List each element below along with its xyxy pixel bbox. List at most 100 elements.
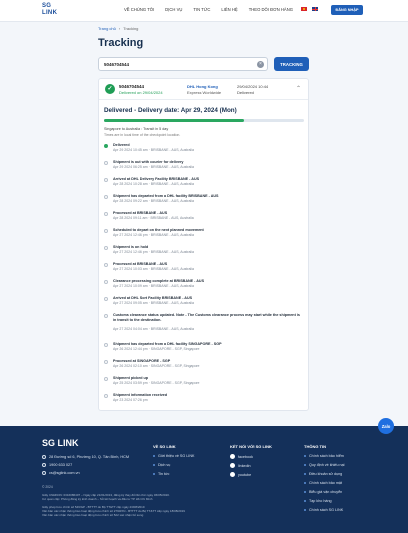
breadcrumb-current: Tracking: [123, 26, 139, 31]
facebook-icon: [230, 454, 235, 459]
event-title: Customs clearance status updated. Note -…: [113, 313, 300, 322]
footer-link-pricing[interactable]: Biểu giá vận chuyển: [304, 490, 342, 494]
clear-icon[interactable]: ×: [257, 61, 264, 68]
timeline-dot-icon: [104, 263, 108, 267]
event-title: Processed at BRISBANE - AUS: [113, 262, 168, 266]
footer-link-label: Tạp kho hàng: [309, 499, 332, 503]
footer-email-text: cs@sglink.com.vn: [49, 471, 80, 475]
bullet-icon: [304, 482, 306, 484]
footer-phone[interactable]: 1900 633 027: [42, 463, 72, 467]
logo-top-text: SG: [42, 3, 52, 9]
footer-address: 28 Đường số 6, Phường 10, Q. Tân Bình, H…: [42, 455, 129, 459]
nav-services[interactable]: DỊCH VỤ: [165, 7, 182, 12]
footer-link-label: Chính sách bảo mật: [309, 481, 343, 485]
summary-tracking-number: 5046704544: [119, 84, 145, 89]
tracking-result-card: ✓ 5046704544 Delivered on 29/04/2024 DHL…: [98, 78, 309, 411]
delivery-progress-bar: [104, 119, 304, 122]
transit-route: Singapore to Australia : Transit in 5 da…: [104, 127, 169, 131]
sglink-logo[interactable]: SG LINK: [42, 3, 63, 18]
nav-contact[interactable]: LIÊN HỆ: [221, 7, 237, 12]
nav-news[interactable]: TIN TỨC: [193, 7, 210, 12]
summary-status: Delivered on 29/04/2024: [119, 90, 163, 95]
footer-link-about[interactable]: Giới thiệu về SG LINK: [153, 454, 194, 458]
check-icon: ✓: [105, 84, 115, 94]
footer-link-label: Điều khoản sử dụng: [309, 472, 343, 476]
event-title: Processed at BRISBANE - AUS: [113, 211, 168, 215]
timeline-dot-icon: [104, 297, 108, 301]
footer-link-label: Dịch vụ: [158, 463, 171, 467]
event-meta: Apr 28 2024 09:11 am · BRISBANE - AUS, A…: [113, 216, 194, 220]
breadcrumb-home[interactable]: Trang chủ: [98, 26, 116, 31]
event-meta: Apr 26 2024 02:10 am · SINGAPORE - SGP, …: [113, 364, 200, 368]
phone-icon: [42, 463, 46, 467]
bullet-icon: [153, 473, 155, 475]
uk-flag-icon[interactable]: [312, 7, 318, 11]
summary-service: Express Worldwide: [187, 90, 222, 95]
footer-link-linkedin[interactable]: linkedin: [230, 463, 251, 468]
timeline-dot-icon: [104, 144, 108, 148]
event-meta: Apr 27 2024 12:46 pm · BRISBANE - AUS, A…: [113, 233, 194, 237]
event-meta: Apr 25 2024 03:59 pm · SINGAPORE - SGP, …: [113, 381, 200, 385]
event-meta: Apr 29 2024 10:45 am · BRISBANE - AUS, A…: [113, 148, 194, 152]
footer-legal-line: Văn bản xác nhận thông báo hoạt động bưu…: [42, 513, 144, 517]
footer-link-terms[interactable]: Điều khoản sử dụng: [304, 472, 342, 476]
event-title: Processed at SINGAPORE - SGP: [113, 359, 171, 363]
footer-link-label: youtube: [238, 472, 252, 477]
nav-tracking[interactable]: THEO DÕI ĐƠN HÀNG: [249, 7, 293, 12]
footer-link-services[interactable]: Dịch vụ: [153, 463, 170, 467]
footer-link-privacy[interactable]: Chính sách bảo mật: [304, 481, 342, 485]
footer-link-complaints[interactable]: Quy định về khiếu nại: [304, 463, 344, 467]
timeline-dot-icon: [104, 377, 108, 381]
site-header: SG LINK VỀ CHÚNG TÔI DỊCH VỤ TIN TỨC LIÊ…: [0, 0, 408, 22]
timeline-dot-icon: [104, 314, 108, 318]
footer-link-label: Chính sách SG LINK: [309, 508, 344, 512]
linkedin-icon: [230, 463, 235, 468]
location-icon: [42, 455, 46, 459]
event-title: Arrived at DHL Delivery Facility BRISBAN…: [113, 177, 200, 181]
event-meta: Apr 23 2024 07:26 pm: [113, 398, 148, 402]
chevron-up-icon[interactable]: ⌃: [296, 85, 301, 92]
bullet-icon: [304, 491, 306, 493]
timeline-dot-icon: [104, 343, 108, 347]
footer-info-heading: THÔNG TIN: [304, 444, 326, 449]
footer-email[interactable]: cs@sglink.com.vn: [42, 471, 80, 475]
timezone-note: Times are in local time of the checkpoin…: [104, 133, 181, 137]
event-title: Shipment is out with courier for deliver…: [113, 160, 184, 164]
vietnam-flag-icon[interactable]: [301, 7, 307, 11]
bullet-icon: [304, 509, 306, 511]
footer-link-insurance[interactable]: Chính sách bảo hiểm: [304, 454, 344, 458]
delivery-progress-fill: [104, 119, 244, 122]
footer-link-label: Giới thiệu về SG LINK: [158, 454, 195, 458]
footer-link-youtube[interactable]: youtube: [230, 472, 251, 477]
site-footer: SG LINK 28 Đường số 6, Phường 10, Q. Tân…: [0, 426, 408, 533]
tracking-number-input[interactable]: 5046704544 ×: [98, 57, 268, 71]
summary-updated: 29/04/2024 10:44: [237, 84, 269, 89]
summary-carrier: DHL Hong Kong: [187, 84, 218, 89]
event-meta: Apr 28 2024 10:28 am · BRISBANE - AUS, A…: [113, 182, 194, 186]
delivery-title: Delivered - Delivery date: Apr 29, 2024 …: [104, 107, 237, 114]
breadcrumb: Trang chủ › Tracking: [98, 26, 138, 31]
event-title: Shipment picked up: [113, 376, 149, 380]
footer-link-label: Chính sách bảo hiểm: [309, 454, 344, 458]
timeline-dot-icon: [104, 229, 108, 233]
page-title: Tracking: [98, 37, 144, 49]
event-title: Shipment has departed from a DHL facilit…: [113, 194, 219, 198]
footer-social-heading: KẾT NỐI VỚI SG LINK: [230, 444, 272, 449]
timeline-dot-icon: [104, 246, 108, 250]
footer-link-facebook[interactable]: facebook: [230, 454, 253, 459]
zalo-chat-button[interactable]: Zalo: [378, 418, 394, 434]
event-title: Clearance processing complete at BRISBAN…: [113, 279, 205, 283]
event-title: Scheduled to depart on the next planned …: [113, 228, 204, 232]
event-title: Shipment is on hold: [113, 245, 149, 249]
summary-updated-status: Delivered: [237, 90, 254, 95]
tracking-button[interactable]: TRACKING: [274, 57, 309, 71]
nav-about[interactable]: VỀ CHÚNG TÔI: [124, 7, 154, 12]
footer-link-news[interactable]: Tin tức: [153, 472, 169, 476]
footer-link-warehouse[interactable]: Tạp kho hàng: [304, 499, 332, 503]
timeline-dot-icon: [104, 360, 108, 364]
timeline-dot-icon: [104, 394, 108, 398]
footer-link-policy[interactable]: Chính sách SG LINK: [304, 508, 343, 512]
footer-brand: SG LINK: [42, 438, 79, 448]
login-button[interactable]: ĐĂNG NHẬP: [331, 5, 363, 15]
shipment-summary-row[interactable]: ✓ 5046704544 Delivered on 29/04/2024 DHL…: [99, 79, 308, 100]
